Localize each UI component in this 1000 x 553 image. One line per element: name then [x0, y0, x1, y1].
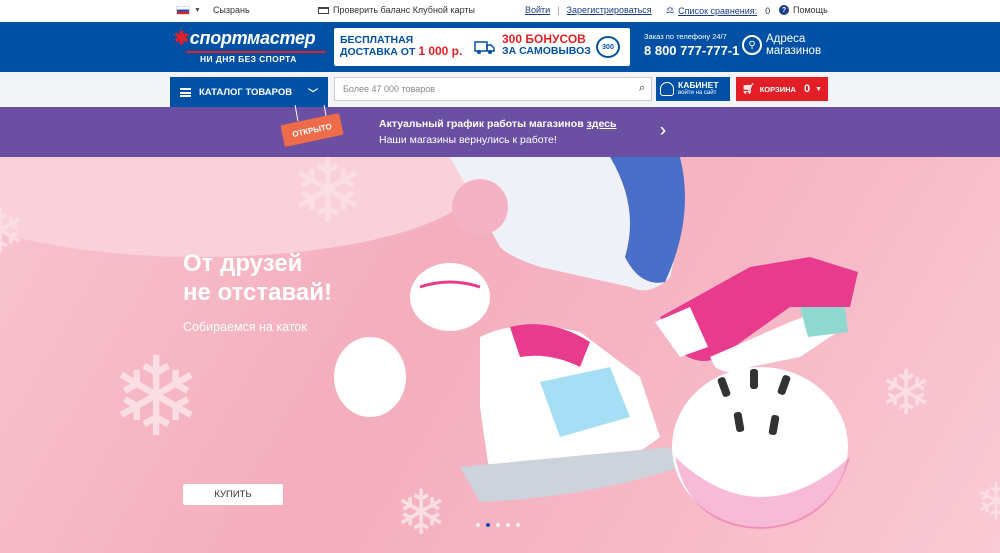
snowflake-icon: ❄ — [880, 356, 932, 429]
compare-label: Список сравнения: — [678, 5, 758, 16]
bonus-line-1: 300 БОНУСОВ — [502, 32, 586, 46]
register-link[interactable]: Зарегистрироваться — [567, 5, 652, 15]
nav-bar: КАТАЛОГ ТОВАРОВ ﹀ Более 47 000 товаров ⌕… — [0, 72, 1000, 107]
open-tag: ОТКРЫТО — [280, 113, 344, 147]
cart-icon: 🛒︎ — [742, 83, 755, 95]
top-bar: ▼ Сызрань Проверить баланс Клубной карты… — [0, 0, 1000, 22]
delivery-amount: 1 000 р. — [418, 44, 463, 58]
chevron-down-icon: ▼ — [815, 85, 822, 93]
banner-text: Актуальный график работы магазинов — [379, 118, 584, 130]
hero-slider: ❄ ❄ ❄ ❄ ❄ ❄ От друзей не отставай! Собир… — [0, 157, 1000, 553]
snowflake-icon: ❄ — [110, 333, 203, 461]
snowflake-icon: ❄ — [975, 473, 1000, 531]
russia-flag-icon — [176, 5, 190, 15]
card-icon — [318, 6, 329, 14]
stores-line-2: магазинов — [766, 45, 822, 57]
chevron-down-icon: ▼ — [194, 6, 201, 14]
site-header: ✱спортмастер НИ ДНЯ БЕЗ СПОРТА БЕСПЛАТНА… — [0, 22, 1000, 72]
map-pin-icon: ⚲ — [742, 35, 762, 55]
menu-icon — [180, 87, 191, 97]
brand-name: спортмастер — [189, 28, 316, 48]
banner-line-2: Наши магазины вернулись к работе! — [379, 134, 557, 146]
separator: | — [557, 5, 560, 15]
login-link[interactable]: Войти — [525, 5, 550, 15]
cart-count: 0 — [803, 83, 811, 95]
delivery-line-2: ДОСТАВКА ОТ — [340, 46, 416, 58]
truck-icon — [474, 41, 495, 54]
city-selector[interactable]: ▼ Сызрань — [176, 5, 250, 15]
city-name: Сызрань — [212, 5, 250, 15]
help-link[interactable]: ? Помощь — [779, 5, 828, 15]
slider-dot[interactable] — [476, 523, 480, 527]
search-placeholder: Более 47 000 товаров — [343, 84, 436, 94]
banner-link[interactable]: здесь — [587, 118, 617, 130]
store-addresses-link[interactable]: ⚲ Адреса магазинов — [742, 33, 821, 57]
club-card-label: Проверить баланс Клубной карты — [333, 5, 475, 15]
stores-line-1: Адреса — [766, 33, 806, 45]
brand-logo[interactable]: ✱спортмастер НИ ДНЯ БЕЗ СПОРТА — [174, 26, 326, 68]
hero-title-line-2: не отставай! — [183, 279, 332, 306]
slider-dot[interactable] — [506, 523, 510, 527]
logo-underline — [186, 51, 326, 53]
phone-number: 8 800 777-777-1 — [644, 43, 740, 58]
cart-label: КОРЗИНА — [759, 84, 796, 94]
banner-line-1: Актуальный график работы магазинов здесь — [379, 118, 616, 130]
search-icon[interactable]: ⌕ — [639, 82, 645, 95]
bonus-coin-icon: 300 — [596, 36, 620, 58]
catalog-label: КАТАЛОГ ТОВАРОВ — [199, 86, 293, 98]
slider-dot[interactable] — [496, 523, 500, 527]
cabinet-button[interactable]: КАБИНЕТ войти на сайт — [656, 77, 730, 101]
chevron-down-icon: ﹀ — [308, 88, 318, 100]
slider-dot[interactable] — [516, 523, 520, 527]
cart-button[interactable]: 🛒︎ КОРЗИНА 0 ▼ — [736, 77, 828, 101]
brand-slogan: НИ ДНЯ БЕЗ СПОРТА — [200, 54, 297, 64]
skating-products-image — [334, 157, 858, 529]
slider-dots — [476, 523, 520, 527]
phone-block[interactable]: Заказ по телефону 24/7 8 800 777-777-1 — [644, 32, 739, 58]
slider-dot-active[interactable] — [486, 523, 490, 527]
bonus-promo: 300 БОНУСОВ ЗА САМОВЫВОЗ — [502, 33, 591, 57]
club-card-link[interactable]: Проверить баланс Клубной карты — [318, 5, 475, 15]
user-icon — [660, 82, 674, 96]
help-label: Помощь — [793, 5, 828, 15]
buy-button[interactable]: КУПИТЬ — [183, 484, 283, 505]
store-hours-banner[interactable]: ОТКРЫТО Актуальный график работы магазин… — [0, 105, 1000, 157]
hero-subtitle: Собираемся на каток — [183, 320, 307, 334]
search-input[interactable]: Более 47 000 товаров ⌕ — [334, 77, 652, 101]
promo-block[interactable]: БЕСПЛАТНАЯ ДОСТАВКА ОТ 1 000 р. 300 БОНУ… — [334, 28, 630, 66]
cabinet-sublabel: войти на сайт — [678, 90, 717, 96]
compare-count: 0 — [765, 5, 771, 16]
cabinet-label: КАБИНЕТ — [678, 80, 719, 90]
hero-title: От друзей не отставай! — [183, 249, 332, 307]
phone-label: Заказ по телефону 24/7 — [644, 32, 727, 41]
delivery-promo: БЕСПЛАТНАЯ ДОСТАВКА ОТ 1 000 р. — [340, 35, 462, 58]
help-icon: ? — [779, 5, 789, 15]
bonus-line-2: ЗА САМОВЫВОЗ — [502, 45, 591, 57]
catalog-button[interactable]: КАТАЛОГ ТОВАРОВ ﹀ — [170, 77, 328, 107]
scales-icon: ⚖ — [666, 5, 675, 15]
compare-link[interactable]: ⚖ Список сравнения: 0 — [666, 5, 770, 16]
snowflake-icon: ❄ — [0, 197, 26, 267]
logo-star-icon: ✱ — [174, 28, 189, 48]
hero-title-line-1: От друзей — [183, 250, 303, 277]
